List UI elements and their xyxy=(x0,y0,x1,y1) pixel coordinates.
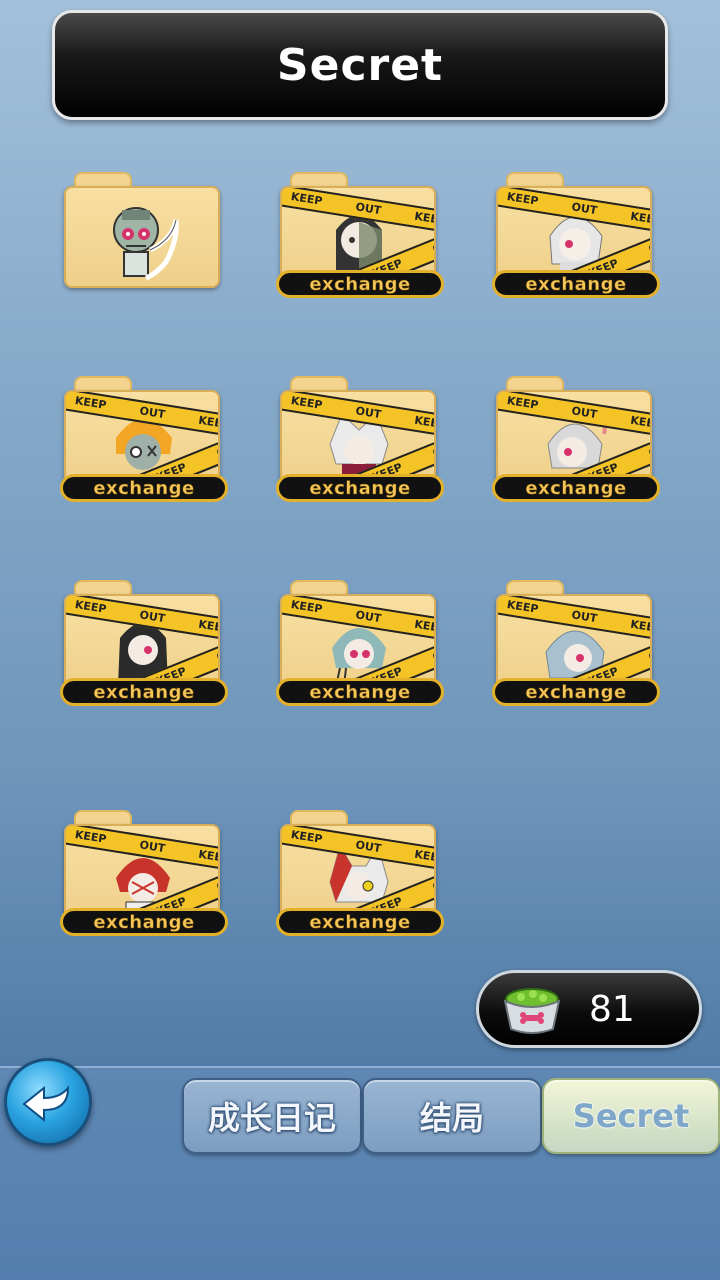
tab-label: Secret xyxy=(572,1097,690,1135)
secret-folder-8[interactable]: KEEP OUT KEEP OUT KEEP OUT KEEP OUT exch… xyxy=(276,580,444,706)
back-button[interactable] xyxy=(4,1058,92,1146)
secret-folder-4[interactable]: KEEP OUT KEEP OUT KEEP OUT KEEP OUT exch… xyxy=(60,376,228,502)
exchange-label: exchange xyxy=(93,681,195,703)
secret-folder-7[interactable]: KEEP OUT KEEP OUT KEEP OUT KEEP OUT exch… xyxy=(60,580,228,706)
back-arrow-icon xyxy=(22,1085,70,1123)
exchange-label: exchange xyxy=(525,273,627,295)
title-bar: Secret xyxy=(52,10,668,120)
exchange-label: exchange xyxy=(309,477,411,499)
exchange-label: exchange xyxy=(93,477,195,499)
secret-folder-1[interactable] xyxy=(60,172,228,298)
exchange-button[interactable]: exchange xyxy=(60,678,228,706)
exchange-label: exchange xyxy=(525,681,627,703)
exchange-label: exchange xyxy=(309,273,411,295)
secret-folder-6[interactable]: KEEP OUT KEEP OUT KEEP OUT KEEP OUT exch… xyxy=(492,376,660,502)
exchange-button[interactable]: exchange xyxy=(276,270,444,298)
exchange-label: exchange xyxy=(525,477,627,499)
exchange-button[interactable]: exchange xyxy=(60,474,228,502)
food-count: 81 xyxy=(589,989,635,1030)
exchange-label: exchange xyxy=(309,911,411,933)
secret-folder-9[interactable]: KEEP OUT KEEP OUT KEEP OUT KEEP OUT exch… xyxy=(492,580,660,706)
secret-folder-5[interactable]: KEEP OUT KEEP OUT KEEP OUT KEEP OUT exch… xyxy=(276,376,444,502)
secret-folder-11[interactable]: KEEP OUT KEEP OUT KEEP OUT KEEP OUT exch… xyxy=(276,810,444,936)
page-title: Secret xyxy=(276,39,444,91)
tab-growth-diary[interactable]: 成长日记 xyxy=(182,1078,362,1154)
tab-label: 结局 xyxy=(419,1099,484,1137)
exchange-button[interactable]: exchange xyxy=(492,678,660,706)
exchange-label: exchange xyxy=(309,681,411,703)
secret-folder-10[interactable]: KEEP OUT KEEP OUT KEEP OUT KEEP OUT exch… xyxy=(60,810,228,936)
tab-secret[interactable]: Secret xyxy=(542,1078,720,1154)
tab-label: 成长日记 xyxy=(207,1099,336,1137)
exchange-label: exchange xyxy=(93,911,195,933)
secret-folder-2[interactable]: KEEP OUT KEEP OUT KEEP OUT KEEP OUT exch… xyxy=(276,172,444,298)
character-portrait-icon xyxy=(113,207,179,281)
exchange-button[interactable]: exchange xyxy=(276,908,444,936)
exchange-button[interactable]: exchange xyxy=(60,908,228,936)
tab-ending[interactable]: 结局 xyxy=(362,1078,542,1154)
exchange-button[interactable]: exchange xyxy=(276,474,444,502)
exchange-button[interactable]: exchange xyxy=(492,270,660,298)
food-counter: 81 xyxy=(476,970,702,1048)
exchange-button[interactable]: exchange xyxy=(492,474,660,502)
folder-body xyxy=(64,186,220,288)
secret-folder-3[interactable]: KEEP OUT KEEP OUT KEEP OUT KEEP OUT exch… xyxy=(492,172,660,298)
exchange-button[interactable]: exchange xyxy=(276,678,444,706)
food-bowl-icon xyxy=(503,988,561,1034)
